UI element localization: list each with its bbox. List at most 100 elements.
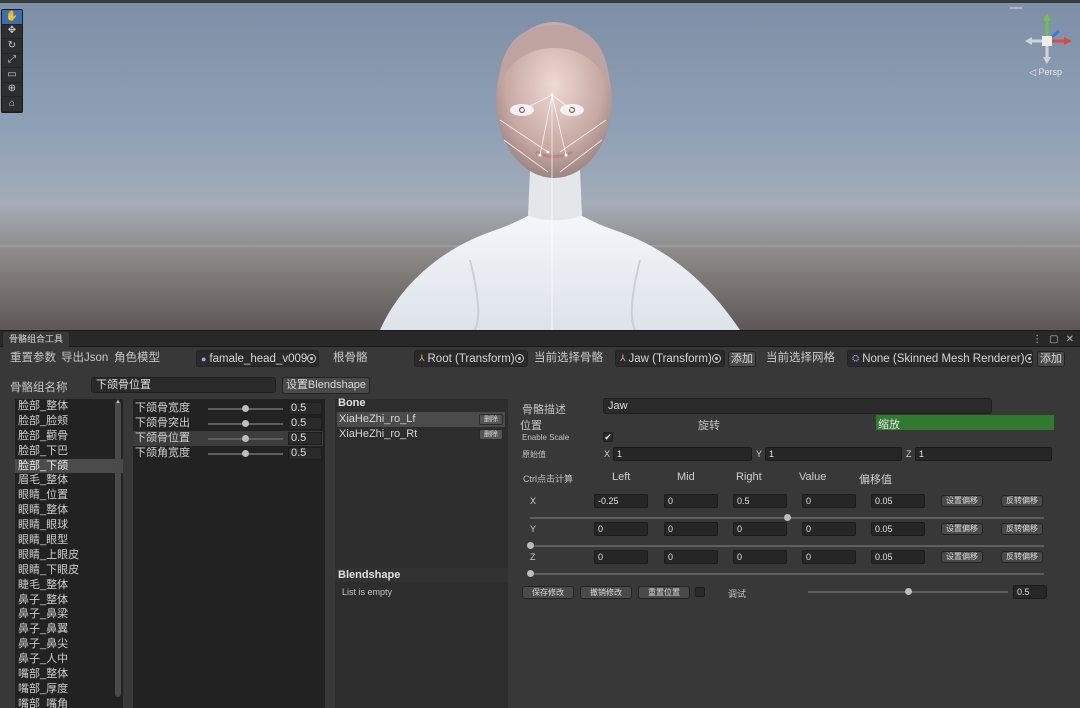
projection-label[interactable]: ◁ Persp (1029, 67, 1062, 78)
rotate-icon[interactable]: ↻ (2, 39, 22, 54)
group-list-item[interactable]: 鼻子_整体 (15, 593, 123, 608)
orig-z-input[interactable]: 1 (915, 447, 1052, 461)
object-picker-icon[interactable] (711, 354, 721, 363)
add-mesh-button[interactable]: 添加 (1037, 351, 1065, 367)
root-bone-field[interactable]: ⅄ Root (Transform) (414, 350, 528, 367)
save-changes-button[interactable]: 保存修改 (522, 586, 574, 599)
reverse-offset-button[interactable]: 反转偏移 (1001, 551, 1043, 563)
group-list-scrollbar[interactable] (115, 401, 121, 697)
group-list-item[interactable]: 脸部_下巴 (15, 444, 123, 459)
tab-position[interactable]: 位置 (520, 417, 542, 433)
group-list-item[interactable]: 眼睛_上眼皮 (15, 548, 123, 563)
hand-icon[interactable]: ✋ (2, 10, 22, 25)
param-slider-knob[interactable] (242, 420, 249, 427)
group-list-item[interactable]: 睫毛_整体 (15, 578, 123, 593)
axis-value-input[interactable]: 0 (802, 522, 856, 536)
set-offset-button[interactable]: 设置偏移 (941, 523, 983, 535)
axis-offset-input[interactable]: 0.05 (871, 550, 925, 564)
param-slider-knob[interactable] (242, 405, 249, 412)
set-offset-button[interactable]: 设置偏移 (941, 495, 983, 507)
current-mesh-field[interactable]: ⛭ None (Skinned Mesh Renderer) (847, 350, 1033, 367)
scene-view[interactable]: ✋ ✥ ↻ ⤢ ▭ ⊕ ⌂ ◁ Persp (0, 0, 1080, 330)
param-slider-knob[interactable] (242, 435, 249, 442)
axis-left-input[interactable]: -0.25 (594, 494, 648, 508)
bone-list-item[interactable]: XiaHeZhi_ro_Rt 删除 (337, 427, 505, 442)
axis-slider-track[interactable] (530, 545, 1044, 547)
add-bone-button[interactable]: 添加 (728, 351, 756, 367)
axis-mid-input[interactable]: 0 (664, 550, 718, 564)
set-blendshape-button[interactable]: 设置Blendshape (282, 377, 370, 394)
axis-right-input[interactable]: 0 (733, 550, 787, 564)
reset-params-button[interactable]: 重置参数 (10, 347, 56, 369)
scroll-up-icon[interactable]: ▲ (115, 399, 121, 405)
param-slider-knob[interactable] (242, 450, 249, 457)
group-list-item[interactable]: 嘴部_厚度 (15, 682, 123, 697)
object-picker-icon[interactable] (514, 354, 524, 363)
axis-gizmo-icon[interactable] (1000, 5, 1080, 75)
tab-scale[interactable]: 缩放 (876, 415, 1054, 431)
group-list-item[interactable]: 眼睛_下眼皮 (15, 563, 123, 578)
axis-left-input[interactable]: 0 (594, 522, 648, 536)
group-list-item[interactable]: 脸部_脸颊 (15, 414, 123, 429)
axis-slider-knob[interactable] (526, 542, 534, 549)
close-icon[interactable]: ✕ (1066, 334, 1074, 345)
group-list-item[interactable]: 眼睛_眼球 (15, 518, 123, 533)
object-picker-icon[interactable] (1024, 354, 1032, 363)
group-list-item[interactable]: 脸部_整体 (15, 399, 123, 414)
param-value-input[interactable]: 0.5 (288, 417, 322, 430)
custom-tool-icon[interactable]: ⌂ (2, 97, 22, 112)
group-list-item[interactable]: 脸部_下颌 (15, 458, 123, 474)
axis-slider-track[interactable] (530, 573, 1044, 575)
group-list-item[interactable]: 眼睛_眼型 (15, 533, 123, 548)
param-value-input[interactable]: 0.5 (288, 432, 322, 445)
group-list-item[interactable]: 鼻子_人中 (15, 652, 123, 667)
delete-bone-button[interactable]: 删除 (479, 429, 503, 440)
undo-changes-button[interactable]: 撤销修改 (580, 586, 632, 599)
reverse-offset-button[interactable]: 反转偏移 (1001, 495, 1043, 507)
set-offset-button[interactable]: 设置偏移 (941, 551, 983, 563)
axis-slider-knob[interactable] (783, 514, 791, 521)
group-name-input[interactable]: 下颌骨位置 (91, 377, 276, 393)
move-icon[interactable]: ✥ (2, 25, 22, 39)
group-list[interactable]: 脸部_整体 脸部_脸颊 脸部_颧骨 脸部_下巴 脸部_下颌 眉毛_整体 眼睛_位置 眼睛_整体… (15, 399, 123, 708)
axis-value-input[interactable]: 0 (802, 550, 856, 564)
debug-value-input[interactable]: 0.5 (1013, 585, 1047, 599)
axis-right-input[interactable]: 0 (733, 522, 787, 536)
axis-right-input[interactable]: 0.5 (733, 494, 787, 508)
reverse-offset-button[interactable]: 反转偏移 (1001, 523, 1043, 535)
reset-position-button[interactable]: 重置位置 (638, 586, 690, 599)
group-list-item[interactable]: 脸部_颧骨 (15, 429, 123, 444)
scale-icon[interactable]: ⤢ (2, 54, 22, 68)
export-json-button[interactable]: 导出Json (61, 347, 108, 369)
group-list-item[interactable]: 嘴部_嘴角 (15, 697, 123, 708)
transform-icon[interactable]: ⊕ (2, 83, 22, 97)
bone-list-item[interactable]: XiaHeZhi_ro_Lf 删除 (337, 412, 505, 427)
axis-mid-input[interactable]: 0 (664, 522, 718, 536)
group-list-item[interactable]: 鼻子_鼻尖 (15, 637, 123, 652)
maximize-icon[interactable]: ▢ (1049, 334, 1058, 345)
axis-value-input[interactable]: 0 (802, 494, 856, 508)
enable-scale-checkbox[interactable]: ✔ (603, 432, 613, 442)
group-list-item[interactable]: 鼻子_鼻翼 (15, 622, 123, 637)
axis-mid-input[interactable]: 0 (664, 494, 718, 508)
character-model[interactable] (0, 0, 1080, 330)
param-value-input[interactable]: 0.5 (288, 402, 322, 415)
character-model-field[interactable]: ● famale_head_v009 (196, 350, 319, 367)
orig-x-input[interactable]: 1 (613, 447, 752, 461)
param-value-input[interactable]: 0.5 (288, 447, 322, 460)
axis-slider-knob[interactable] (526, 570, 534, 577)
group-list-item[interactable]: 眉毛_整体 (15, 473, 123, 488)
debug-checkbox[interactable] (695, 587, 705, 597)
orientation-gizmo[interactable]: ◁ Persp (1000, 5, 1080, 85)
group-list-item[interactable]: 眼睛_位置 (15, 488, 123, 503)
group-list-item[interactable]: 鼻子_鼻梁 (15, 607, 123, 622)
group-list-item[interactable]: 嘴部_整体 (15, 667, 123, 682)
debug-slider-knob[interactable] (904, 588, 912, 595)
axis-offset-input[interactable]: 0.05 (871, 494, 925, 508)
more-options-icon[interactable]: ⋮ (1032, 334, 1042, 345)
bone-desc-input[interactable]: Jaw (603, 398, 992, 414)
window-tab-title[interactable]: 骨骼组合工具 (3, 332, 70, 347)
axis-offset-input[interactable]: 0.05 (871, 522, 925, 536)
tab-rotation[interactable]: 旋转 (698, 417, 720, 433)
object-picker-icon[interactable] (307, 354, 317, 363)
